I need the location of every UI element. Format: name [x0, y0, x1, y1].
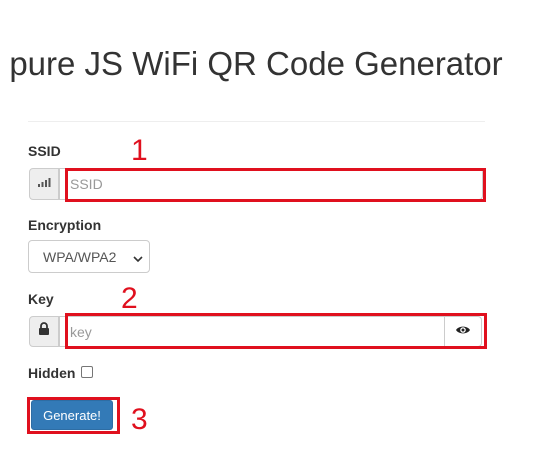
annotation-box-generate — [27, 397, 120, 434]
encryption-select[interactable]: WPA/WPA2 — [28, 240, 150, 273]
divider — [28, 121, 485, 122]
lock-icon — [38, 322, 50, 341]
signal-icon — [37, 175, 51, 193]
hidden-checkbox[interactable] — [81, 366, 93, 378]
annotation-number-2: 2 — [121, 282, 138, 315]
encryption-label: Encryption — [28, 217, 102, 233]
key-label: Key — [28, 291, 54, 307]
annotation-number-1: 1 — [131, 134, 148, 167]
page-title: pure JS WiFi QR Code Generator — [9, 45, 503, 83]
annotation-number-3: 3 — [131, 403, 148, 436]
encryption-selected-value: WPA/WPA2 — [43, 248, 117, 265]
chevron-down-icon — [133, 251, 143, 267]
annotation-box-ssid — [65, 168, 486, 202]
ssid-label: SSID — [28, 143, 61, 159]
hidden-label: Hidden — [28, 365, 76, 381]
ssid-addon — [29, 168, 59, 200]
key-addon — [29, 316, 59, 347]
annotation-box-key — [65, 313, 487, 349]
